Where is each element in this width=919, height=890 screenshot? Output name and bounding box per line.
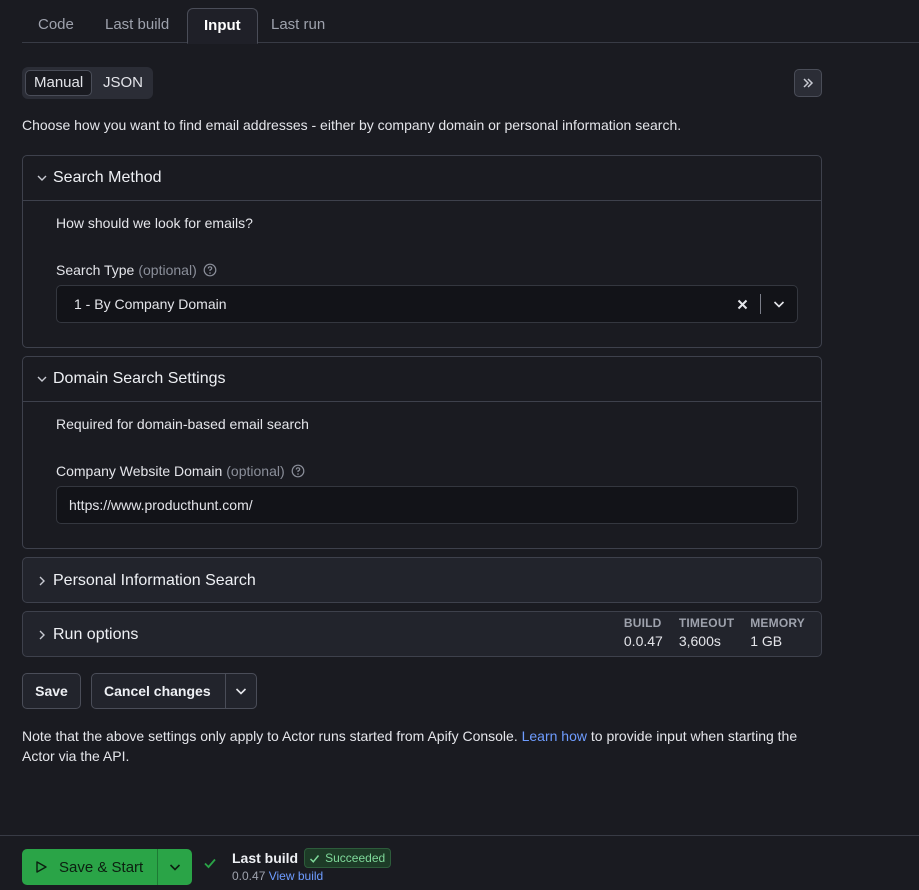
stat-value: 0.0.47 (623, 633, 663, 649)
learn-how-link[interactable]: Learn how (522, 728, 587, 744)
tab-code[interactable]: Code (22, 8, 90, 43)
expand-panel-button[interactable] (794, 69, 822, 97)
build-version: 0.0.47 (232, 869, 266, 883)
field-label-search-type: Search Type (optional) (56, 262, 217, 278)
stat-timeout: TIMEOUT 3,600s (679, 616, 734, 649)
field-label-text: Search Type (56, 262, 135, 278)
company-domain-input[interactable]: https://www.producthunt.com/ (56, 486, 798, 524)
save-start-label: Save & Start (59, 858, 144, 876)
tab-bar: Code Last build Input Last run (22, 0, 919, 44)
check-icon (203, 856, 217, 873)
optional-tag: (optional) (138, 262, 197, 278)
last-build-label: Last build (232, 850, 299, 866)
section-personal-information-search: Personal Information Search (22, 557, 822, 603)
status-badge: Succeeded (304, 848, 392, 868)
help-circle-icon[interactable] (203, 263, 217, 277)
section-title: Run options (53, 625, 139, 643)
optional-tag: (optional) (226, 463, 285, 479)
stat-key: MEMORY (750, 616, 805, 630)
intro-text: Choose how you want to find email addres… (22, 117, 682, 133)
section-header-personal-information-search[interactable]: Personal Information Search (23, 558, 821, 603)
chevron-down-icon[interactable] (761, 298, 797, 310)
section-run-options: Run options BUILD 0.0.47 TIMEOUT 3,600s … (22, 611, 822, 657)
select-value: 1 - By Company Domain (74, 296, 227, 312)
cancel-changes-button[interactable]: Cancel changes (92, 683, 225, 699)
stat-build: BUILD 0.0.47 (624, 616, 663, 649)
api-note: Note that the above settings only apply … (22, 726, 822, 766)
field-label-text: Company Website Domain (56, 463, 223, 479)
tab-last-run[interactable]: Last run (255, 8, 341, 43)
status-text: Succeeded (325, 851, 386, 865)
section-title: Personal Information Search (53, 571, 256, 589)
chevron-down-icon (33, 374, 51, 384)
note-text: Note that the above settings only apply … (22, 728, 522, 744)
clear-icon[interactable] (724, 299, 760, 310)
manual-mode-button[interactable]: Manual (25, 70, 93, 96)
play-icon (36, 861, 47, 873)
stat-key: TIMEOUT (678, 616, 735, 630)
chevron-down-icon (33, 173, 51, 183)
help-circle-icon[interactable] (291, 464, 305, 478)
json-mode-button[interactable]: JSON (95, 70, 151, 96)
input-mode-toggle: Manual JSON (22, 67, 153, 99)
search-type-select[interactable]: 1 - By Company Domain (56, 285, 798, 323)
section-description: Required for domain-based email search (56, 416, 309, 432)
stat-memory: MEMORY 1 GB (750, 616, 805, 649)
chevron-right-icon (33, 630, 51, 640)
section-title: Search Method (53, 169, 162, 186)
cancel-changes-button-group: Cancel changes (91, 673, 257, 709)
check-icon (310, 854, 320, 863)
save-and-start-button[interactable]: Save & Start (22, 849, 158, 885)
save-button[interactable]: Save (22, 673, 81, 709)
chevron-down-icon[interactable] (158, 849, 192, 885)
stat-key: BUILD (623, 616, 662, 630)
section-header-search-method[interactable]: Search Method (23, 156, 821, 201)
run-options-summary: BUILD 0.0.47 TIMEOUT 3,600s MEMORY 1 GB (624, 616, 805, 649)
stat-value: 3,600s (678, 633, 721, 649)
tab-last-build[interactable]: Last build (89, 8, 185, 43)
double-chevron-right-icon (803, 78, 814, 88)
field-label-company-domain: Company Website Domain (optional) (56, 463, 305, 479)
chevron-right-icon (33, 576, 51, 586)
tab-input[interactable]: Input (187, 8, 258, 44)
view-build-link[interactable]: View build (269, 869, 323, 883)
section-title: Domain Search Settings (53, 370, 226, 387)
footer-bar: Save & Start Last build Succeeded 0.0.47… (0, 835, 919, 890)
section-description: How should we look for emails? (56, 215, 253, 231)
section-search-method: Search Method How should we look for ema… (22, 155, 822, 348)
input-value: https://www.producthunt.com/ (69, 497, 253, 513)
section-domain-search-settings: Domain Search Settings Required for doma… (22, 356, 822, 549)
save-start-button-group: Save & Start (22, 849, 192, 885)
last-build-status: Last build Succeeded (232, 848, 392, 868)
section-header-domain-search-settings[interactable]: Domain Search Settings (23, 357, 821, 402)
build-version-line: 0.0.47 View build (232, 869, 323, 883)
chevron-down-icon[interactable] (226, 685, 256, 697)
stat-value: 1 GB (750, 633, 783, 649)
